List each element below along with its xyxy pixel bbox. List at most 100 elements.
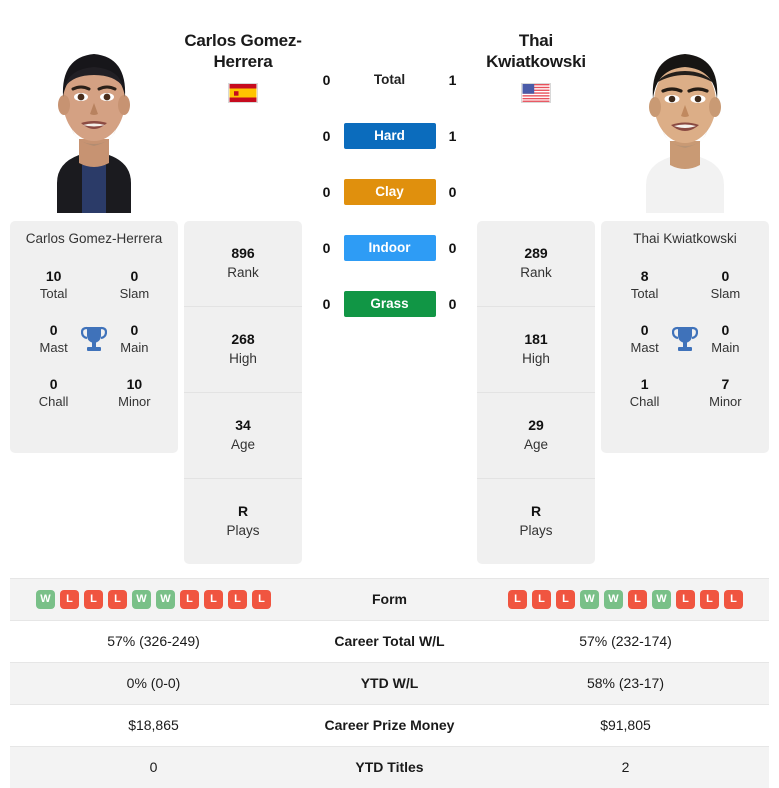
right-age-label: Age <box>523 437 549 453</box>
form-badge-loss[interactable]: L <box>204 589 223 609</box>
right-rank-value: 289 <box>524 245 548 262</box>
right-titles-total-value: 8 <box>640 268 649 285</box>
right-titles-slam-label: Slam <box>710 286 741 301</box>
right-titles-minor-value: 7 <box>721 376 730 393</box>
form-badge-loss[interactable]: L <box>700 589 719 609</box>
player-comparison-page: Carlos Gomez-Herrera 10 Total 0 Slam 0 M… <box>0 0 779 788</box>
right-high-cell: 181 High <box>477 307 595 393</box>
form-badge-win[interactable]: W <box>36 589 55 609</box>
right-titles-total-label: Total <box>630 286 659 301</box>
trophy-icon <box>79 325 109 353</box>
table-row: 0% (0-0) YTD W/L 58% (23-17) <box>10 661 769 704</box>
left-titles-slam-label: Slam <box>119 286 150 301</box>
left-plays-label: Plays <box>226 523 260 539</box>
left-titles-mast: 0 Mast <box>28 321 79 357</box>
left-titles-main-value: 0 <box>130 322 139 339</box>
table-row: $18,865 Career Prize Money $91,805 <box>10 703 769 746</box>
left-player-photo <box>10 8 178 213</box>
form-badge-win[interactable]: W <box>652 589 671 609</box>
surface-bar-indoor[interactable]: Indoor <box>343 235 436 261</box>
trophy-icon <box>670 325 700 353</box>
left-ytd-w-l-value: 0% (0-0) <box>126 675 181 691</box>
right-titles-card: Thai Kwiatkowski 8 Total 0 Slam 0 Mast 0… <box>601 221 769 453</box>
left-titles-mast-label: Mast <box>39 340 68 355</box>
surface-row-clay: 0 Clay 0 <box>308 178 471 206</box>
surface-row-hard: 0 Hard 1 <box>308 122 471 150</box>
form-badge-loss[interactable]: L <box>508 589 527 609</box>
stat-label: Career Prize Money <box>324 717 455 733</box>
form-badge-win[interactable]: W <box>580 589 599 609</box>
form-badge-loss[interactable]: L <box>60 589 79 609</box>
form-badge-loss[interactable]: L <box>724 589 743 609</box>
right-titles-slam-value: 0 <box>721 268 730 285</box>
surface-bar-hard[interactable]: Hard <box>343 123 436 149</box>
left-titles-card: Carlos Gomez-Herrera 10 Total 0 Slam 0 M… <box>10 221 178 453</box>
right-form-badges: LLLWWLWLLL <box>508 589 743 609</box>
right-name-line1: Thai <box>518 31 554 50</box>
left-titles-total-value: 10 <box>45 268 62 285</box>
form-badge-loss[interactable]: L <box>108 589 127 609</box>
right-age-value: 29 <box>528 417 544 434</box>
stat-label: Form <box>372 591 407 607</box>
left-high-value: 268 <box>231 331 255 348</box>
left-rank-cell: 896 Rank <box>184 221 302 307</box>
left-age-value: 34 <box>235 417 251 434</box>
left-name-line2: Herrera <box>213 52 273 72</box>
right-titles-mast-value: 0 <box>640 322 649 339</box>
form-badge-loss[interactable]: L <box>676 589 695 609</box>
left-titles-total: 10 Total <box>28 267 79 303</box>
left-rank-value: 896 <box>231 245 255 262</box>
left-wins-grass: 0 <box>322 296 331 312</box>
left-high-label: High <box>229 351 257 367</box>
left-titles-mast-value: 0 <box>49 322 58 339</box>
stat-label: YTD W/L <box>360 675 419 691</box>
left-form-value: WLLLWWLLLL <box>10 589 297 609</box>
form-badge-loss[interactable]: L <box>228 589 247 609</box>
form-badge-loss[interactable]: L <box>252 589 271 609</box>
left-titles-total-label: Total <box>39 286 68 301</box>
form-badge-win[interactable]: W <box>604 589 623 609</box>
surface-row-total: 0 Total 1 <box>308 66 471 94</box>
comparison-top: Carlos Gomez-Herrera 10 Total 0 Slam 0 M… <box>0 0 779 564</box>
form-badge-loss[interactable]: L <box>532 589 551 609</box>
left-titles-minor-value: 10 <box>126 376 143 393</box>
left-wins-indoor: 0 <box>322 240 331 256</box>
titles-row-chall-minor: 0 Chall 10 Minor <box>16 366 172 420</box>
comparison-stats-table: W L L L W W L L L L Form L L L W W L W L L L 57% (326-249) Car… <box>10 577 769 788</box>
right-titles-minor: 7 Minor <box>700 375 751 411</box>
right-titles-player-name: Thai Kwiatkowski <box>633 231 737 246</box>
stat-label: YTD Titles <box>355 759 424 775</box>
table-row: 57% (326-249) Career Total W/L 57% (232-17… <box>10 619 769 662</box>
form-badge-loss[interactable]: L <box>628 589 647 609</box>
left-career-prize-money-value: $18,865 <box>128 717 179 733</box>
titles-row-mast-main: 0 Mast 0 Main <box>16 312 172 366</box>
surface-bar-clay[interactable]: Clay <box>343 179 436 205</box>
right-rank-label: Rank <box>520 265 552 281</box>
right-player-stats-column: Thai Kwiatkowski 289 Rank 181 High 29 Ag… <box>477 8 595 564</box>
form-badge-loss[interactable]: L <box>556 589 575 609</box>
right-titles-mast: 0 Mast <box>619 321 670 357</box>
left-titles-main: 0 Main <box>109 321 160 357</box>
left-titles-minor-label: Minor <box>118 394 151 409</box>
form-badge-loss[interactable]: L <box>84 589 103 609</box>
form-badge-win[interactable]: W <box>156 589 175 609</box>
left-name-line1: Carlos Gomez- <box>184 31 302 50</box>
right-player-panel: Thai Kwiatkowski 8 Total 0 Slam 0 Mast 0… <box>601 8 769 453</box>
left-titles-main-label: Main <box>120 340 149 355</box>
left-wins-clay: 0 <box>322 184 331 200</box>
head-to-head-column: 0 Total 1 0 Hard 1 0 Clay 0 0 Indoor 0 0 Grass 0 <box>308 8 471 318</box>
spain-flag-icon <box>228 82 258 103</box>
right-career-total-w-l-value: 57% (232-174) <box>579 633 672 649</box>
titles-row-mast-main: 0 Mast 0 Main <box>607 312 763 366</box>
left-ytd-titles-value: 0 <box>149 759 158 775</box>
surface-bar-grass[interactable]: Grass <box>343 291 436 317</box>
left-titles-player-name: Carlos Gomez-Herrera <box>25 231 163 246</box>
titles-row-total-slam: 10 Total 0 Slam <box>16 258 172 312</box>
left-plays-cell: R Plays <box>184 479 302 564</box>
form-badge-loss[interactable]: L <box>180 589 199 609</box>
usa-flag-icon <box>521 82 551 103</box>
right-titles-total: 8 Total <box>619 267 670 303</box>
left-player-stats-column: Carlos Gomez- Herrera 896 Rank 268 High … <box>184 8 302 564</box>
form-badge-win[interactable]: W <box>132 589 151 609</box>
right-high-label: High <box>522 351 550 367</box>
